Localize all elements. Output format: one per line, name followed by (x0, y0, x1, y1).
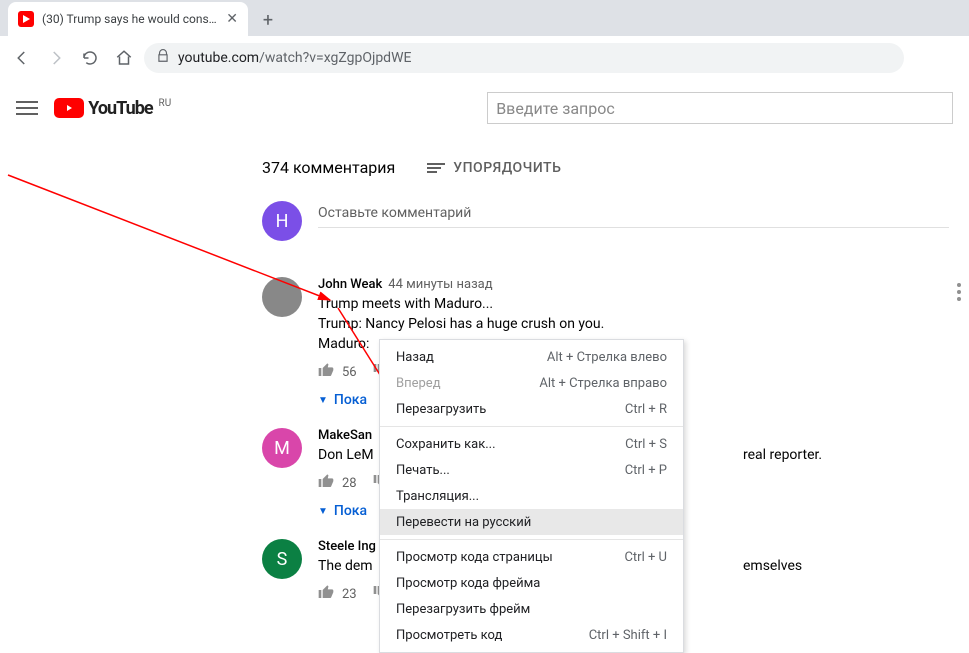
context-menu-item[interactable]: Просмотр кода фрейма (380, 570, 683, 596)
tab-strip: (30) Trump says he would consid ✕ + (0, 0, 969, 36)
ctx-item-label: Сохранить как... (396, 437, 496, 452)
ctx-item-label: Просмотр кода фрейма (396, 576, 540, 591)
url-path: /watch?v=xgZgpOjpdWE (259, 50, 411, 66)
home-button[interactable] (110, 44, 138, 72)
sort-label: УПОРЯДОЧИТЬ (453, 160, 561, 176)
ctx-item-label: Перезагрузить фрейм (396, 602, 530, 617)
ctx-item-shortcut: Ctrl + S (625, 437, 667, 452)
logo-region: RU (159, 98, 172, 109)
youtube-header: YouTube RU Введите запрос (0, 80, 969, 136)
like-count: 56 (342, 365, 357, 380)
ctx-item-label: Трансляция... (396, 489, 479, 504)
sort-icon (427, 163, 445, 173)
ctx-item-shortcut: Alt + Стрелка влево (547, 350, 667, 365)
comments-count: 374 комментария (262, 158, 395, 177)
context-menu-item[interactable]: Просмотреть код Ctrl + Shift + I (380, 622, 683, 648)
youtube-logo[interactable]: YouTube RU (54, 98, 171, 119)
context-menu: Назад Alt + Стрелка влево Вперед Alt + Стре… (379, 339, 684, 653)
ctx-item-label: Перевести на русский (396, 515, 531, 530)
youtube-play-icon (54, 98, 84, 118)
comments-header: 374 комментария УПОРЯДОЧИТЬ (262, 158, 969, 177)
youtube-favicon-icon (18, 11, 34, 27)
add-comment-input[interactable]: Оставьте комментарий (318, 201, 949, 228)
ctx-item-shortcut: Ctrl + Shift + I (589, 628, 667, 643)
url-text: youtube.com/watch?v=xgZgpOjpdWE (178, 50, 411, 66)
context-menu-item[interactable]: Печать... Ctrl + P (380, 457, 683, 483)
browser-chrome: (30) Trump says he would consid ✕ + yout… (0, 0, 969, 80)
comment-author[interactable]: MakeSan (318, 428, 372, 443)
comment-avatar[interactable] (262, 277, 302, 317)
caret-down-icon: ▼ (318, 506, 328, 517)
comment-author[interactable]: Steele Ing (318, 539, 376, 554)
ctx-item-label: Назад (396, 350, 434, 365)
comment-author[interactable]: John Weak (318, 277, 382, 292)
context-menu-item[interactable]: Просмотр кода страницы Ctrl + U (380, 544, 683, 570)
ctx-item-label: Вперед (396, 376, 441, 391)
ctx-item-shortcut: Ctrl + U (624, 550, 667, 565)
context-menu-item[interactable]: Перезагрузить Ctrl + R (380, 396, 683, 422)
ctx-item-label: Печать... (396, 463, 450, 478)
kebab-icon (957, 283, 961, 301)
thumb-up-icon[interactable] (318, 584, 334, 604)
tab-close-icon[interactable]: ✕ (226, 11, 238, 27)
avatar-letter: Н (276, 211, 289, 232)
replies-label: Пока (334, 503, 367, 519)
context-menu-separator (380, 539, 683, 540)
tab-title: (30) Trump says he would consid (42, 12, 218, 26)
search-placeholder: Введите запрос (496, 99, 615, 118)
add-comment-placeholder: Оставьте комментарий (318, 205, 471, 221)
hamburger-icon[interactable] (16, 96, 38, 120)
my-avatar[interactable]: Н (262, 201, 302, 241)
ctx-item-label: Просмотреть код (396, 628, 502, 643)
replies-label: Пока (334, 392, 367, 408)
search-input[interactable]: Введите запрос (487, 92, 953, 124)
comment-avatar[interactable]: M (262, 428, 302, 468)
browser-tab[interactable]: (30) Trump says he would consid ✕ (8, 2, 248, 36)
add-comment-row: Н Оставьте комментарий (262, 201, 969, 241)
address-bar[interactable]: youtube.com/watch?v=xgZgpOjpdWE (144, 43, 904, 73)
sort-button[interactable]: УПОРЯДОЧИТЬ (427, 160, 561, 176)
context-menu-item[interactable]: Назад Alt + Стрелка влево (380, 344, 683, 370)
logo-text: YouTube (88, 98, 152, 119)
reload-button[interactable] (76, 44, 104, 72)
new-tab-button[interactable]: + (254, 6, 282, 34)
context-menu-separator (380, 426, 683, 427)
context-menu-item[interactable]: Трансляция... (380, 483, 683, 509)
comment-time: 44 минуты назад (388, 277, 492, 292)
ctx-item-shortcut: Ctrl + P (625, 463, 667, 478)
context-menu-item[interactable]: Вперед Alt + Стрелка вправо (380, 370, 683, 396)
forward-button[interactable] (42, 44, 70, 72)
thumb-up-icon[interactable] (318, 473, 334, 493)
like-count: 23 (342, 587, 357, 602)
caret-down-icon: ▼ (318, 395, 328, 406)
comment-menu-button[interactable] (957, 283, 961, 301)
ctx-item-shortcut: Ctrl + R (625, 402, 667, 417)
back-button[interactable] (8, 44, 36, 72)
ctx-item-shortcut: Alt + Стрелка вправо (539, 376, 667, 391)
comment-avatar[interactable]: S (262, 539, 302, 579)
lock-icon (156, 49, 170, 67)
like-count: 28 (342, 476, 357, 491)
ctx-item-label: Просмотр кода страницы (396, 550, 553, 565)
context-menu-item[interactable]: Перезагрузить фрейм (380, 596, 683, 622)
thumb-up-icon[interactable] (318, 362, 334, 382)
context-menu-item[interactable]: Перевести на русский (380, 509, 683, 535)
ctx-item-label: Перезагрузить (396, 402, 486, 417)
url-host: youtube.com (178, 50, 259, 66)
browser-toolbar: youtube.com/watch?v=xgZgpOjpdWE (0, 36, 969, 80)
context-menu-item[interactable]: Сохранить как... Ctrl + S (380, 431, 683, 457)
